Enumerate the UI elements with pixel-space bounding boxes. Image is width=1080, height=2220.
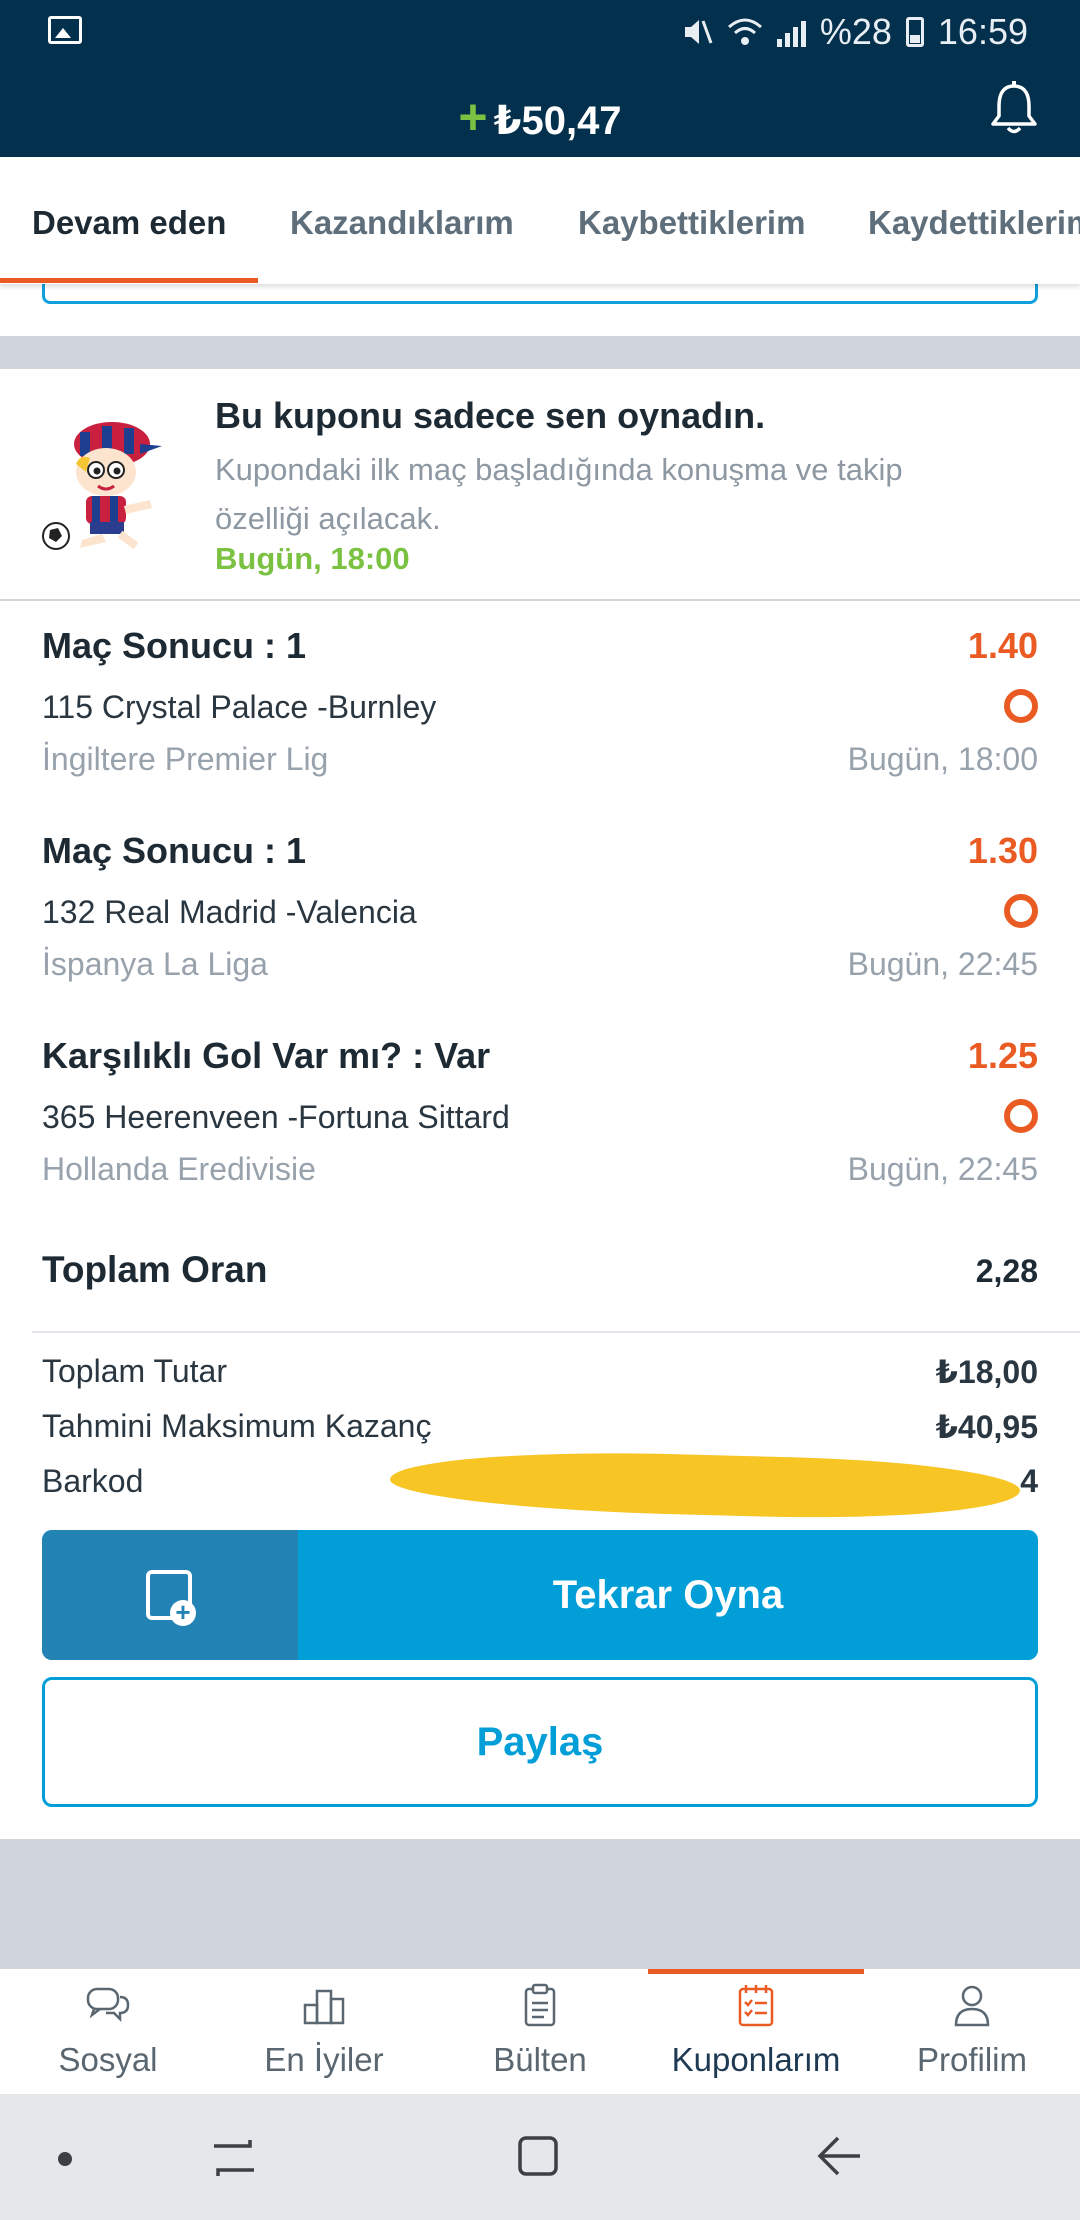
total-odds-label: Toplam Oran — [42, 1249, 268, 1290]
wifi-icon — [727, 18, 762, 45]
balance-amount: ₺50,47 — [493, 99, 622, 143]
nav-item-profile[interactable]: Profilim — [864, 1969, 1080, 2094]
bet-market: Maç Sonucu : 1 — [42, 625, 307, 666]
back-icon[interactable] — [816, 2134, 864, 2178]
gallery-notification-icon — [48, 16, 82, 44]
total-odds-value: 2,28 — [975, 1253, 1038, 1289]
nav-dot-icon[interactable] — [58, 2152, 72, 2166]
barcode-value: 4 — [1020, 1463, 1038, 1499]
nav-label: Profilim — [916, 2041, 1027, 2078]
total-amount-row: Toplam Tutar ₺18,00 — [42, 1353, 1038, 1403]
nav-item-leaderboard[interactable]: En İyiler — [216, 1969, 432, 2094]
nav-item-bulletin[interactable]: Bülten — [432, 1969, 648, 2094]
bet-match: 115 Crystal Palace -Burnley — [42, 689, 437, 725]
bet-market: Maç Sonucu : 1 — [42, 830, 307, 871]
podium-icon — [303, 1989, 345, 2025]
battery-icon — [905, 17, 924, 47]
bottom-navigation: Sosyal En İyiler Bülten Kuponlarım Profi… — [0, 1969, 1080, 2094]
user-icon — [954, 1985, 990, 2027]
total-amount-value: ₺18,00 — [935, 1354, 1038, 1390]
nav-label: Bülten — [493, 2041, 587, 2078]
coupon-info-banner: Bu kuponu sadece sen oynadın. Kupondaki … — [0, 369, 1080, 599]
bet-league: İngiltere Premier Lig — [42, 741, 329, 777]
bet-odd: 1.25 — [967, 1035, 1038, 1076]
status-bar: %28 16:59 — [0, 0, 1080, 62]
save-coupon-button[interactable] — [42, 1530, 298, 1660]
bet-odd: 1.40 — [967, 625, 1038, 666]
replay-button[interactable]: Tekrar Oyna — [42, 1530, 1038, 1660]
divider — [32, 1331, 1080, 1333]
clock: 16:59 — [937, 11, 1028, 52]
nav-label: Sosyal — [58, 2041, 158, 2078]
app-header: %28 16:59 + ₺50,47 — [0, 0, 1080, 157]
chat-icon — [86, 1987, 130, 2023]
bet-match: 132 Real Madrid -Valencia — [42, 894, 417, 930]
info-description: Kupondaki ilk maç başladığında konuşma v… — [215, 452, 903, 536]
nav-item-social[interactable]: Sosyal — [0, 1969, 216, 2094]
bet-odd: 1.30 — [967, 830, 1038, 871]
active-nav-indicator — [648, 1969, 864, 1974]
bet-league: Hollanda Eredivisie — [42, 1151, 316, 1187]
bet-row[interactable]: Karşılıklı Gol Var mı? : Var 1.25 365 He… — [42, 1011, 1038, 1187]
nav-label: En İyiler — [264, 2041, 384, 2078]
bet-time: Bugün, 22:45 — [847, 1151, 1038, 1187]
replay-label: Tekrar Oyna — [552, 1573, 784, 1617]
home-icon[interactable] — [514, 2132, 562, 2180]
bet-league: İspanya La Liga — [42, 946, 268, 982]
bet-time: Bugün, 22:45 — [847, 946, 1038, 982]
mascot-icon — [42, 422, 162, 550]
share-button[interactable]: Paylaş — [42, 1677, 1038, 1807]
nav-label: Kuponlarım — [671, 2041, 841, 2078]
tab-ongoing[interactable]: Devam eden — [32, 204, 226, 242]
barcode-label: Barkod — [42, 1463, 144, 1499]
pending-status-icon — [1004, 894, 1038, 928]
pending-status-icon — [1004, 1099, 1038, 1133]
calendar-add-icon — [146, 1570, 196, 1626]
max-win-value: ₺40,95 — [935, 1409, 1038, 1445]
info-title: Bu kuponu sadece sen oynadın. — [215, 395, 766, 436]
coupon-tabs: Devam eden Kazandıklarım Kaybettiklerim … — [0, 157, 1080, 284]
notification-bell-icon[interactable] — [988, 80, 1040, 136]
nav-item-coupons[interactable]: Kuponlarım — [648, 1969, 864, 2094]
tab-won[interactable]: Kazandıklarım — [290, 204, 514, 242]
tab-lost[interactable]: Kaybettiklerim — [578, 204, 805, 242]
max-win-label: Tahmini Maksimum Kazanç — [42, 1408, 432, 1444]
signal-icon — [776, 17, 806, 47]
max-win-row: Tahmini Maksimum Kazanç ₺40,95 — [42, 1408, 1038, 1458]
battery-percent: %28 — [819, 11, 892, 52]
bet-match: 365 Heerenveen -Fortuna Sittard — [42, 1099, 510, 1135]
status-indicators: %28 16:59 — [681, 10, 1028, 54]
active-tab-indicator — [0, 278, 258, 283]
info-start-time: Bugün, 18:00 — [215, 541, 410, 576]
tab-saved[interactable]: Kaydettiklerim — [868, 204, 1080, 242]
balance-display[interactable]: + ₺50,47 — [0, 88, 1080, 146]
bet-row[interactable]: Maç Sonucu : 1 1.30 132 Real Madrid -Val… — [42, 806, 1038, 982]
clipboard-icon — [524, 1983, 556, 2027]
coupon-list-icon — [738, 1985, 774, 2027]
bet-market: Karşılıklı Gol Var mı? : Var — [42, 1035, 491, 1076]
bet-time: Bugün, 18:00 — [847, 741, 1038, 777]
pending-status-icon — [1004, 689, 1038, 723]
add-funds-icon[interactable]: + — [458, 89, 487, 145]
system-navigation-bar — [0, 2094, 1080, 2220]
total-amount-label: Toplam Tutar — [42, 1353, 227, 1389]
recent-apps-icon[interactable] — [210, 2136, 258, 2180]
bet-row[interactable]: Maç Sonucu : 1 1.40 115 Crystal Palace -… — [42, 601, 1038, 777]
mute-icon — [684, 20, 713, 44]
